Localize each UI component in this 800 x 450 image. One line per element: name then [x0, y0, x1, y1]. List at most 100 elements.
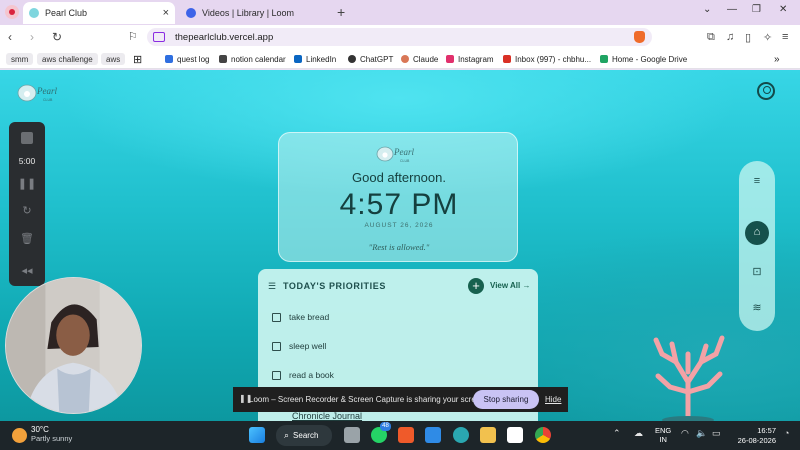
bookmark-aws[interactable]: aws [101, 53, 126, 65]
close-tab-icon[interactable]: × [163, 7, 169, 19]
minimize-button[interactable]: — [727, 4, 737, 15]
maximize-button[interactable]: ❐ [752, 4, 761, 15]
pause-icon[interactable]: ❚❚ [9, 177, 45, 190]
brave-taskbar-icon[interactable] [398, 427, 414, 443]
card-logo: Pearl CLUB [376, 146, 414, 163]
weather-desc: Partly sunny [31, 434, 73, 443]
brave-shields-icon[interactable] [634, 31, 645, 43]
cloud-icon[interactable]: ☁ [634, 428, 643, 439]
bookmark-chatgpt[interactable]: ChatGPT [348, 53, 393, 65]
bookmark-quest-log[interactable]: quest log [165, 53, 209, 65]
chronicle-journal-link[interactable]: Chronicle Journal [292, 411, 362, 421]
leo-ai-icon[interactable]: ✧ [763, 31, 772, 44]
loom-favicon-icon [186, 8, 196, 18]
system-clock[interactable]: 16:57 26-08-2026 [732, 426, 776, 446]
loom-recorder-panel: 5:00 ❚❚ ↻ 🗑 ◂◂ [9, 122, 45, 286]
collapse-icon[interactable]: ◂◂ [9, 264, 45, 277]
language-indicator[interactable]: ENG IN [655, 426, 671, 444]
priority-item[interactable]: take bread [272, 310, 329, 324]
notifications-icon[interactable]: ◔ [784, 428, 789, 438]
bookmark-smm[interactable]: smm [6, 53, 34, 65]
taskbar-search[interactable]: ⌕ Search [276, 425, 332, 446]
file-explorer-icon[interactable] [480, 427, 496, 443]
tab-search-icon[interactable]: ⌄ [703, 4, 711, 15]
reload-icon[interactable]: ↻ [52, 30, 62, 44]
address-bar-row: ‹ › ↻ ⚐ thepearlclub.vercel.app ⧉ ♫ ▯ ✧ … [0, 25, 800, 49]
windows-start-icon[interactable] [249, 427, 265, 443]
screen-share-bar: ❚❚ Loom – Screen Recorder & Screen Captu… [233, 387, 568, 412]
weather-widget[interactable]: 30°C Partly sunny [12, 425, 72, 443]
date-display: AUGUST 26, 2026 [364, 222, 434, 229]
bookmark-instagram[interactable]: Instagram [446, 53, 494, 65]
tab-pearl-club[interactable]: Pearl Club × [23, 2, 175, 24]
task-view-icon[interactable] [344, 427, 360, 443]
stop-sharing-button[interactable]: Stop sharing [473, 390, 539, 409]
waves-icon[interactable]: ≋ [739, 301, 775, 314]
restart-icon[interactable]: ↻ [9, 204, 45, 217]
priority-checkbox[interactable] [272, 370, 281, 380]
lang-line-1: ENG [655, 426, 672, 435]
apps-grid-icon[interactable]: ⊞ [133, 53, 142, 66]
profile-icon[interactable] [757, 82, 775, 100]
battery-icon[interactable]: ▭ [712, 428, 721, 439]
vscode-icon[interactable] [425, 427, 441, 443]
bookmark-gmail-inbox[interactable]: Inbox (997) - chbhu... [503, 53, 591, 65]
menu-icon[interactable]: ≡ [739, 175, 775, 187]
volume-icon[interactable]: 🔈 [696, 428, 707, 439]
coral-decoration [653, 335, 725, 421]
url-field[interactable]: thepearlclub.vercel.app [147, 28, 652, 46]
forward-icon[interactable]: › [30, 30, 34, 44]
chevron-double-right-icon[interactable]: » [774, 53, 780, 65]
extensions-icon[interactable]: ⧉ [707, 31, 715, 44]
search-icon: ⌕ [284, 430, 290, 440]
priorities-title: TODAY'S PRIORITIES [283, 281, 386, 291]
quote-text: "Rest is allowed." [368, 242, 430, 252]
priority-label: take bread [289, 312, 330, 322]
focus-icon[interactable]: ⊡ [739, 265, 775, 278]
hide-link[interactable]: Hide [545, 395, 561, 404]
pearl-club-logo[interactable]: Pearl CLUB [15, 80, 69, 106]
priority-item[interactable]: read a book [272, 368, 334, 382]
media-icon[interactable]: ♫ [726, 31, 734, 43]
chrome-icon[interactable] [535, 427, 551, 443]
webcam-bubble[interactable] [5, 277, 142, 414]
new-tab-button[interactable]: + [337, 4, 345, 20]
home-icon[interactable]: ⌂ [745, 221, 769, 245]
stop-recording-icon[interactable] [21, 132, 33, 144]
menu-icon[interactable]: ≡ [782, 31, 788, 43]
priority-label: sleep well [289, 341, 327, 351]
sidebar-icon[interactable]: ▯ [745, 31, 751, 44]
back-icon[interactable]: ‹ [8, 30, 12, 44]
bookmark-aws-challenge[interactable]: aws challenge [37, 53, 98, 65]
logo-text: Pearl [36, 86, 57, 96]
bookmark-claude[interactable]: Claude [401, 53, 438, 65]
notion-icon[interactable] [507, 427, 523, 443]
weather-temp: 30°C [31, 425, 49, 434]
bookmark-notion-calendar[interactable]: notion calendar [219, 53, 286, 65]
priority-checkbox[interactable] [272, 312, 281, 322]
bookmark-icon[interactable]: ⚐ [128, 30, 138, 43]
app-icon[interactable] [453, 427, 469, 443]
trash-icon[interactable]: 🗑 [9, 232, 45, 245]
claude-icon [401, 55, 409, 63]
bookmark-linkedin[interactable]: LinkedIn [294, 53, 336, 65]
lang-line-2: IN [659, 435, 667, 444]
gmail-icon [503, 55, 511, 63]
greeting-text: Good afternoon. [352, 170, 446, 185]
tab-loom[interactable]: Videos | Library | Loom [180, 2, 330, 24]
clock-date: 26-08-2026 [737, 436, 776, 445]
recording-indicator-icon[interactable] [5, 5, 19, 19]
wifi-icon[interactable]: ◠ [681, 428, 689, 439]
logo-sub-text: CLUB [43, 98, 53, 102]
close-window-button[interactable]: ✕ [779, 4, 787, 15]
bookmark-google-drive[interactable]: Home - Google Drive [600, 53, 687, 65]
view-all-link[interactable]: View All → [490, 281, 530, 290]
priority-checkbox[interactable] [272, 341, 281, 351]
add-priority-button[interactable]: + [468, 278, 484, 294]
show-hidden-icons[interactable]: ⌃ [613, 428, 621, 439]
greeting-card: Pearl CLUB Good afternoon. 4:57 PM AUGUS… [278, 132, 518, 262]
instagram-icon [446, 55, 454, 63]
partly-sunny-icon [12, 428, 27, 443]
site-info-icon[interactable] [153, 32, 165, 42]
priority-item[interactable]: sleep well [272, 339, 326, 353]
